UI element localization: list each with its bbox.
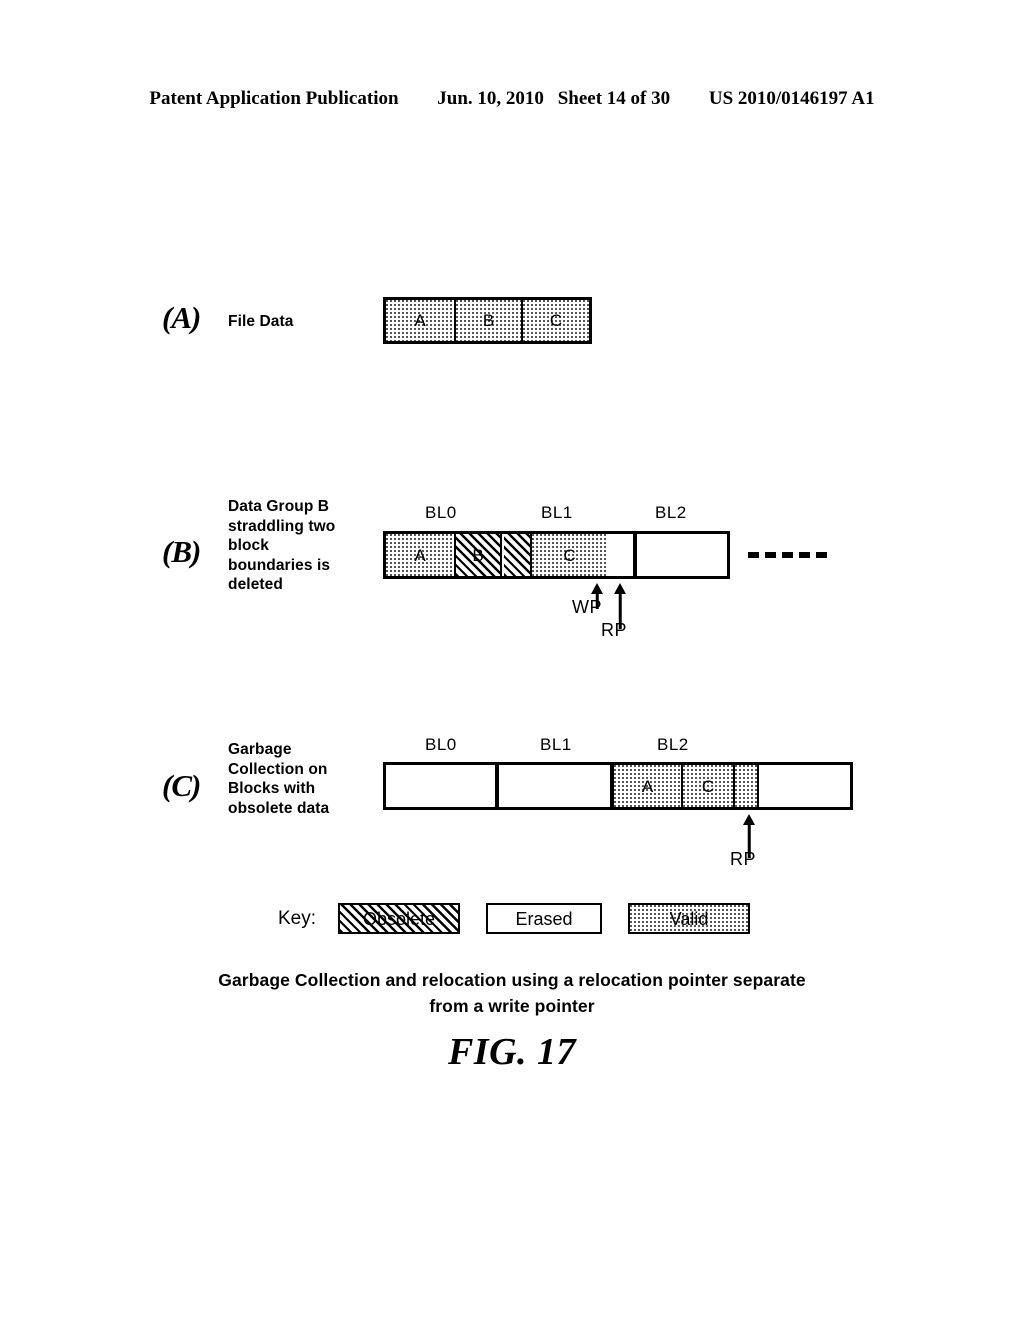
- figure-caption-line-2: from a write pointer: [429, 996, 595, 1016]
- key-item-valid-label: Valid: [669, 908, 709, 929]
- section-c-cell-c: C: [683, 765, 733, 807]
- section-c-divider-2: [733, 765, 735, 807]
- section-b-divider-block-boundary: [633, 531, 637, 579]
- section-b-cell-b-obsolete: B: [456, 534, 500, 576]
- section-b-block-label-bl1: BL1: [541, 503, 573, 522]
- section-b-cell-erased-2: [638, 534, 727, 576]
- section-a-cell-a: A: [386, 300, 454, 341]
- section-a-divider-1: [454, 300, 456, 341]
- key-legend: Key: Obsolete Erased Valid: [278, 903, 776, 934]
- section-c-block-label-bl0: BL0: [425, 735, 457, 754]
- figure-caption-line-1: Garbage Collection and relocation using …: [218, 970, 806, 990]
- section-b-cell-obsolete-2: [504, 534, 532, 576]
- section-b-wp-label: WP: [572, 597, 602, 617]
- section-b-cell-b-label: B: [472, 545, 484, 565]
- figure-caption: Garbage Collection and relocation using …: [0, 967, 1024, 1019]
- section-b-caption-line-2: straddling two: [228, 517, 336, 535]
- section-b-caption-line-4: boundaries is: [228, 556, 331, 574]
- section-c-caption-line-4: obsolete data: [228, 799, 330, 817]
- figure-number: FIG. 17: [447, 1031, 577, 1073]
- key-item-valid: Valid: [628, 903, 751, 934]
- section-c-divider-3: [757, 765, 759, 807]
- key-item-obsolete-label: Obsolete: [363, 908, 436, 929]
- section-a-strip: A B C: [383, 297, 592, 344]
- section-b-cell-c: C: [532, 534, 607, 576]
- section-b-strip: A B C: [383, 531, 730, 579]
- section-b-caption-line-3: block: [228, 537, 269, 554]
- section-c-caption-line-3: Blocks with: [228, 780, 316, 797]
- section-c-cell-a: A: [614, 765, 681, 807]
- section-b-cell-c-label: C: [563, 545, 576, 565]
- section-b-trailing-dashes: [748, 552, 827, 558]
- section-a-divider-2: [521, 300, 523, 341]
- section-c-cell-bl0-erased: [386, 765, 495, 807]
- section-c-caption: Garbage Collection on Blocks with obsole…: [228, 740, 329, 818]
- section-a-caption: File Data: [228, 312, 294, 332]
- section-c-caption-line-2: Collection on: [228, 760, 328, 778]
- section-c-cell-erased-tail: [759, 765, 850, 807]
- section-b-caption: Data Group B straddling two block bounda…: [228, 497, 335, 595]
- section-a-cell-c: C: [523, 300, 589, 341]
- section-b-cell-a-label: A: [414, 545, 426, 565]
- section-b-divider-3: [530, 534, 532, 576]
- section-b-divider-1: [454, 534, 456, 576]
- section-b-divider-2: [500, 534, 502, 576]
- section-b-letter: (B): [162, 534, 201, 569]
- key-item-erased: Erased: [486, 903, 603, 934]
- section-c-cell-valid-small: [735, 765, 757, 807]
- section-c-divider-1: [681, 765, 683, 807]
- section-c-rp-label: RP: [730, 849, 757, 869]
- section-a-cell-b: B: [456, 300, 521, 341]
- section-b-caption-line-5: deleted: [228, 576, 283, 593]
- section-c-divider-block-1: [495, 762, 499, 810]
- section-c-strip: A C: [383, 762, 853, 810]
- section-c-cell-a-label: A: [641, 776, 654, 796]
- section-b-cell-erased-1: [607, 534, 634, 576]
- section-b-block-label-bl0: BL0: [425, 503, 457, 522]
- section-a-cell-a-label: A: [414, 311, 426, 330]
- section-c-caption-line-1: Garbage: [228, 741, 292, 758]
- section-b-caption-line-1: Data Group B: [228, 498, 330, 515]
- section-a-letter: (A): [162, 300, 201, 335]
- section-c-divider-block-2: [610, 762, 614, 810]
- section-b-rp-label: RP: [601, 620, 628, 640]
- section-c-cell-c-label: C: [701, 776, 715, 796]
- section-a-cell-c-label: C: [549, 311, 563, 330]
- key-item-erased-label: Erased: [515, 908, 573, 929]
- section-c-letter: (C): [162, 768, 201, 803]
- section-c-block-label-bl2: BL2: [657, 735, 689, 754]
- figure-17: (A) File Data A B C (B) Data Group B str…: [0, 0, 1024, 1320]
- key-item-obsolete: Obsolete: [338, 903, 461, 934]
- section-a-caption-line-1: File Data: [228, 313, 294, 330]
- section-a-cell-b-label: B: [482, 311, 495, 330]
- section-c-block-label-bl1: BL1: [540, 735, 572, 754]
- section-b-block-label-bl2: BL2: [655, 503, 687, 522]
- section-c-cell-bl1-erased: [499, 765, 610, 807]
- key-legend-word: Key:: [278, 907, 317, 929]
- section-b-cell-a: A: [386, 534, 454, 576]
